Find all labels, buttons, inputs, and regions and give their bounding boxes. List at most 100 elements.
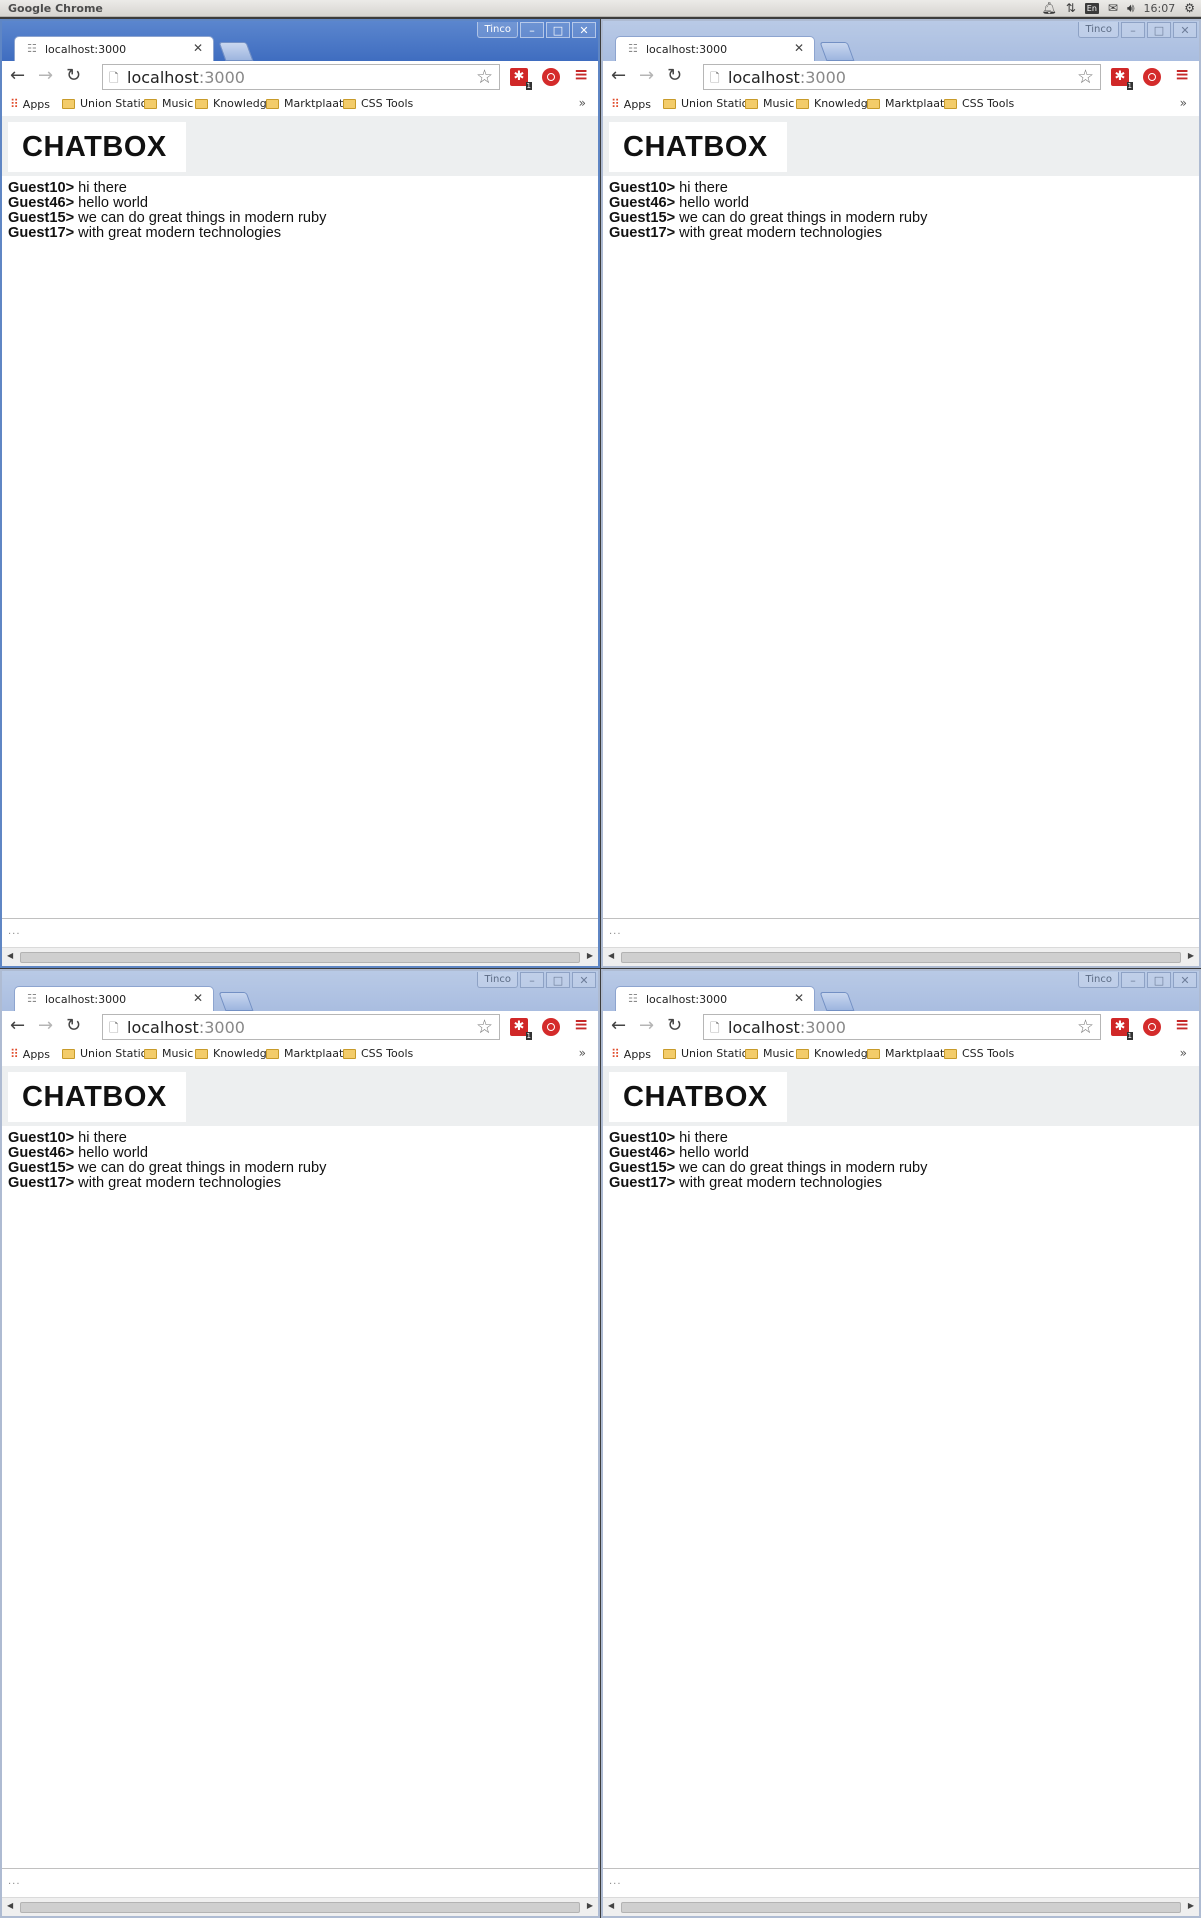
maximize-button[interactable]: □ bbox=[546, 22, 570, 38]
extension-power-icon[interactable] bbox=[1143, 68, 1161, 86]
extension-red-star-icon[interactable]: ✱ 1 bbox=[1111, 1018, 1133, 1040]
bookmark-folder[interactable]: Knowledge bbox=[195, 97, 273, 110]
tab-close-icon[interactable]: ✕ bbox=[794, 991, 804, 1005]
forward-arrow-icon[interactable]: → bbox=[38, 1016, 53, 1036]
chat-input[interactable]: ... bbox=[603, 918, 1199, 946]
bookmark-folder[interactable]: Music bbox=[745, 1047, 794, 1060]
tab-close-icon[interactable]: ✕ bbox=[193, 991, 203, 1005]
bookmark-apps[interactable]: ⠿ Apps bbox=[10, 1047, 50, 1061]
window-titlebar[interactable]: Tinco – □ ✕ ☷ localhost:3000 ✕ bbox=[2, 21, 598, 61]
bookmark-folder[interactable]: CSS Tools bbox=[944, 97, 1014, 110]
horizontal-scrollbar[interactable]: ◀ ▶ bbox=[603, 1897, 1199, 1916]
bookmark-folder[interactable]: Marktplaats bbox=[867, 97, 950, 110]
profile-button[interactable]: Tinco bbox=[477, 972, 518, 988]
mail-icon[interactable]: ✉ bbox=[1108, 0, 1118, 17]
bookmarks-more-icon[interactable]: » bbox=[579, 1046, 586, 1060]
bookmarks-more-icon[interactable]: » bbox=[579, 96, 586, 110]
scroll-right-icon[interactable]: ▶ bbox=[587, 951, 593, 960]
bookmark-folder[interactable]: Music bbox=[144, 97, 193, 110]
close-window-button[interactable]: ✕ bbox=[1173, 22, 1197, 38]
minimize-button[interactable]: – bbox=[520, 972, 544, 988]
address-bar[interactable]: 🗋︎ localhost:3000 ☆ bbox=[703, 64, 1101, 90]
url-text[interactable]: localhost:3000 bbox=[728, 1018, 846, 1037]
bookmark-folder[interactable]: Music bbox=[745, 97, 794, 110]
menu-hamburger-icon[interactable]: ≡ bbox=[574, 65, 588, 85]
extension-power-icon[interactable] bbox=[542, 68, 560, 86]
browser-tab[interactable]: ☷ localhost:3000 ✕ bbox=[615, 36, 815, 61]
extension-red-star-icon[interactable]: ✱ 1 bbox=[510, 68, 532, 90]
extension-red-star-icon[interactable]: ✱ 1 bbox=[510, 1018, 532, 1040]
scrollbar-thumb[interactable] bbox=[621, 952, 1181, 963]
notification-bell-icon[interactable]: 🔔︎ bbox=[1041, 0, 1056, 17]
tab-close-icon[interactable]: ✕ bbox=[193, 41, 203, 55]
bookmark-folder[interactable]: Marktplaats bbox=[867, 1047, 950, 1060]
url-text[interactable]: localhost:3000 bbox=[127, 1018, 245, 1037]
bookmark-folder[interactable]: Music bbox=[144, 1047, 193, 1060]
maximize-button[interactable]: □ bbox=[546, 972, 570, 988]
bookmark-star-icon[interactable]: ☆ bbox=[476, 1016, 493, 1038]
bookmarks-more-icon[interactable]: » bbox=[1180, 1046, 1187, 1060]
browser-tab[interactable]: ☷ localhost:3000 ✕ bbox=[14, 36, 214, 61]
bookmark-folder[interactable]: CSS Tools bbox=[343, 1047, 413, 1060]
forward-arrow-icon[interactable]: → bbox=[38, 66, 53, 86]
bookmark-star-icon[interactable]: ☆ bbox=[1077, 66, 1094, 88]
extension-power-icon[interactable] bbox=[1143, 1018, 1161, 1036]
new-tab-button[interactable] bbox=[819, 992, 855, 1011]
address-bar[interactable]: 🗋︎ localhost:3000 ☆ bbox=[102, 64, 500, 90]
close-window-button[interactable]: ✕ bbox=[572, 22, 596, 38]
browser-tab[interactable]: ☷ localhost:3000 ✕ bbox=[14, 986, 214, 1011]
address-bar[interactable]: 🗋︎ localhost:3000 ☆ bbox=[703, 1014, 1101, 1040]
menu-hamburger-icon[interactable]: ≡ bbox=[1175, 65, 1189, 85]
scroll-right-icon[interactable]: ▶ bbox=[1188, 951, 1194, 960]
chat-input[interactable]: ... bbox=[2, 918, 598, 946]
gear-icon[interactable]: ⚙ bbox=[1184, 0, 1195, 17]
bookmark-star-icon[interactable]: ☆ bbox=[1077, 1016, 1094, 1038]
address-bar[interactable]: 🗋︎ localhost:3000 ☆ bbox=[102, 1014, 500, 1040]
browser-tab[interactable]: ☷ localhost:3000 ✕ bbox=[615, 986, 815, 1011]
close-window-button[interactable]: ✕ bbox=[1173, 972, 1197, 988]
chat-input[interactable]: ... bbox=[603, 1868, 1199, 1896]
window-titlebar[interactable]: Tinco – □ ✕ ☷ localhost:3000 ✕ bbox=[2, 971, 598, 1011]
bookmark-folder[interactable]: Knowledge bbox=[796, 1047, 874, 1060]
bookmark-apps[interactable]: ⠿ Apps bbox=[10, 97, 50, 111]
scrollbar-thumb[interactable] bbox=[20, 952, 580, 963]
horizontal-scrollbar[interactable]: ◀ ▶ bbox=[603, 947, 1199, 966]
back-arrow-icon[interactable]: ← bbox=[10, 1016, 25, 1036]
network-arrows-icon[interactable]: ⇅ bbox=[1066, 0, 1076, 17]
horizontal-scrollbar[interactable]: ◀ ▶ bbox=[2, 1897, 598, 1916]
bookmark-folder[interactable]: Union Station bbox=[663, 97, 755, 110]
reload-icon[interactable]: ↻ bbox=[667, 66, 682, 86]
bookmark-apps[interactable]: ⠿ Apps bbox=[611, 97, 651, 111]
url-text[interactable]: localhost:3000 bbox=[127, 68, 245, 87]
window-titlebar[interactable]: Tinco – □ ✕ ☷ localhost:3000 ✕ bbox=[603, 971, 1199, 1011]
reload-icon[interactable]: ↻ bbox=[66, 66, 81, 86]
extension-red-star-icon[interactable]: ✱ 1 bbox=[1111, 68, 1133, 90]
scroll-left-icon[interactable]: ◀ bbox=[608, 951, 614, 960]
bookmark-folder[interactable]: Union Station bbox=[62, 1047, 154, 1060]
url-text[interactable]: localhost:3000 bbox=[728, 68, 846, 87]
profile-button[interactable]: Tinco bbox=[1078, 22, 1119, 38]
back-arrow-icon[interactable]: ← bbox=[611, 66, 626, 86]
maximize-button[interactable]: □ bbox=[1147, 22, 1171, 38]
scroll-left-icon[interactable]: ◀ bbox=[608, 1901, 614, 1910]
profile-button[interactable]: Tinco bbox=[477, 22, 518, 38]
bookmark-folder[interactable]: Knowledge bbox=[195, 1047, 273, 1060]
minimize-button[interactable]: – bbox=[520, 22, 544, 38]
back-arrow-icon[interactable]: ← bbox=[611, 1016, 626, 1036]
reload-icon[interactable]: ↻ bbox=[667, 1016, 682, 1036]
scroll-left-icon[interactable]: ◀ bbox=[7, 1901, 13, 1910]
keyboard-language-indicator[interactable]: En bbox=[1084, 3, 1099, 14]
profile-button[interactable]: Tinco bbox=[1078, 972, 1119, 988]
scroll-right-icon[interactable]: ▶ bbox=[1188, 1901, 1194, 1910]
minimize-button[interactable]: – bbox=[1121, 22, 1145, 38]
bookmark-folder[interactable]: Union Station bbox=[62, 97, 154, 110]
window-titlebar[interactable]: Tinco – □ ✕ ☷ localhost:3000 ✕ bbox=[603, 21, 1199, 61]
bookmark-folder[interactable]: Union Station bbox=[663, 1047, 755, 1060]
bookmark-folder[interactable]: Marktplaats bbox=[266, 1047, 349, 1060]
bookmark-star-icon[interactable]: ☆ bbox=[476, 66, 493, 88]
back-arrow-icon[interactable]: ← bbox=[10, 66, 25, 86]
extension-power-icon[interactable] bbox=[542, 1018, 560, 1036]
bookmark-apps[interactable]: ⠿ Apps bbox=[611, 1047, 651, 1061]
minimize-button[interactable]: – bbox=[1121, 972, 1145, 988]
maximize-button[interactable]: □ bbox=[1147, 972, 1171, 988]
